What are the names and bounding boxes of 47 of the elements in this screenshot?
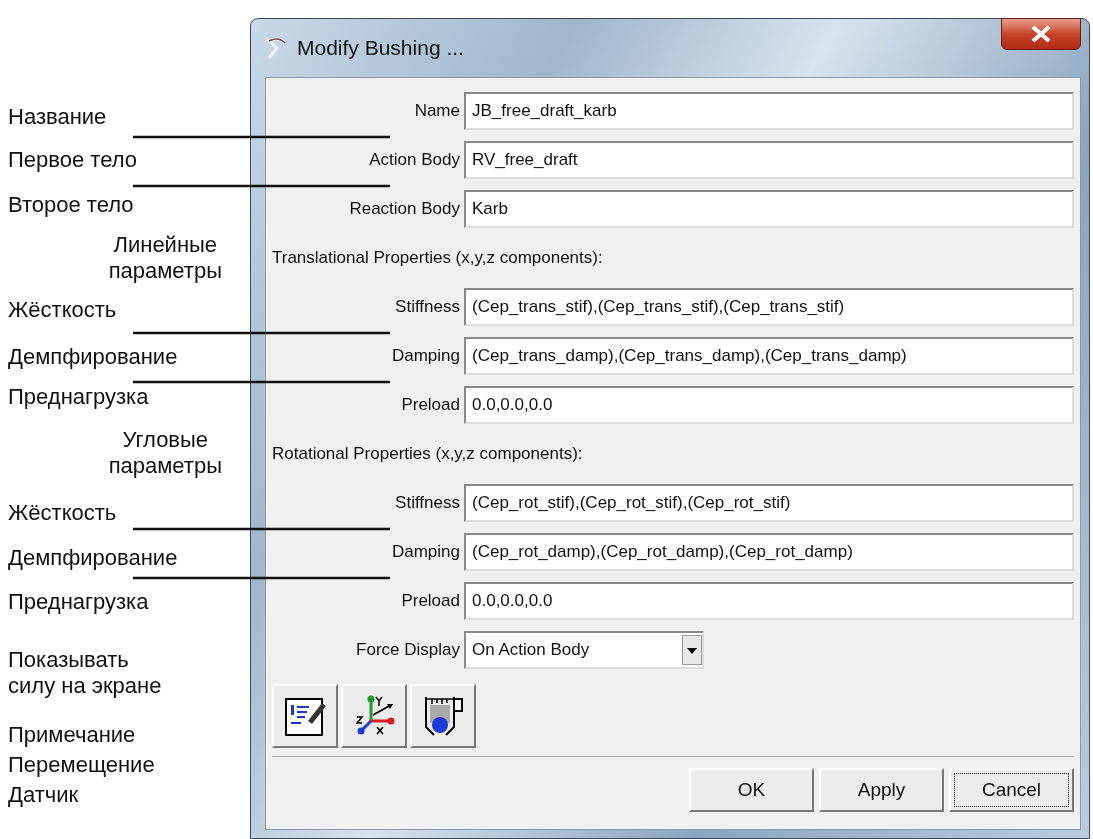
- text-field[interactable]: (Cep_rot_stif),(Cep_rot_stif),(Cep_rot_stif): [464, 483, 1074, 522]
- text-field[interactable]: 0.0,0.0,0.0: [464, 581, 1074, 620]
- annotation-label: Датчик: [8, 782, 79, 808]
- field-label: Preload: [400, 590, 461, 611]
- field-label: Reaction Body: [348, 198, 461, 219]
- section-heading: Rotational Properties (x,y,z components):: [272, 443, 583, 464]
- text-field[interactable]: JB_free_draft_karb: [464, 91, 1074, 130]
- close-button[interactable]: [1001, 18, 1081, 50]
- field-label: Stiffness: [394, 296, 461, 317]
- section-heading: Translational Properties (x,y,z components):: [272, 247, 603, 268]
- text-field[interactable]: (Cep_trans_stif),(Cep_trans_stif),(Cep_trans_stif): [464, 287, 1074, 326]
- dialog-button[interactable]: Cancel: [949, 768, 1074, 812]
- field-label: Preload: [400, 394, 461, 415]
- text-field[interactable]: RV_free_draft: [464, 140, 1074, 179]
- app-logo-icon: [265, 37, 287, 59]
- window-title: Modify Bushing ...: [297, 36, 464, 60]
- dialog-button[interactable]: Apply: [819, 768, 944, 812]
- annotation-label: Угловые параметры: [108, 427, 223, 479]
- annotation-label: Примечание: [8, 722, 136, 748]
- toolbar-button[interactable]: [272, 684, 338, 748]
- field-label: Stiffness: [394, 492, 461, 513]
- annotation-label: Перемещение: [8, 752, 155, 778]
- annotation-label: Жёсткость: [8, 500, 117, 526]
- field-label: Action Body: [368, 149, 461, 170]
- annotation-label: Первое тело: [8, 147, 137, 173]
- close-icon: [1030, 25, 1052, 43]
- annotation-label: Жёсткость: [8, 297, 117, 323]
- dropdown[interactable]: On Action Body: [464, 630, 704, 669]
- annotation-label: Демпфирование: [8, 344, 178, 370]
- annotation-label: Второе тело: [8, 192, 134, 218]
- text-field[interactable]: Karb: [464, 189, 1074, 228]
- annotation-label: Название: [8, 104, 107, 130]
- text-field[interactable]: 0.0,0.0,0.0: [464, 385, 1074, 424]
- dialog-button[interactable]: OK: [689, 768, 814, 812]
- field-label: Force Display: [355, 639, 461, 660]
- field-label: Name: [413, 100, 461, 121]
- field-label: Damping: [390, 345, 461, 366]
- annotation-label: Преднагрузка: [8, 589, 149, 615]
- annotation-label: Демпфирование: [8, 545, 178, 571]
- annotation-label: Преднагрузка: [8, 384, 149, 410]
- text-field[interactable]: (Cep_rot_damp),(Cep_rot_damp),(Cep_rot_damp): [464, 532, 1074, 571]
- annotation-label: Линейные параметры: [108, 232, 223, 284]
- toolbar-button[interactable]: [341, 684, 407, 748]
- annotation-label: Показывать силу на экране: [8, 647, 162, 699]
- toolbar-button[interactable]: [410, 684, 476, 748]
- text-field[interactable]: (Cep_trans_damp),(Cep_trans_damp),(Cep_trans_damp): [464, 336, 1074, 375]
- field-label: Damping: [390, 541, 461, 562]
